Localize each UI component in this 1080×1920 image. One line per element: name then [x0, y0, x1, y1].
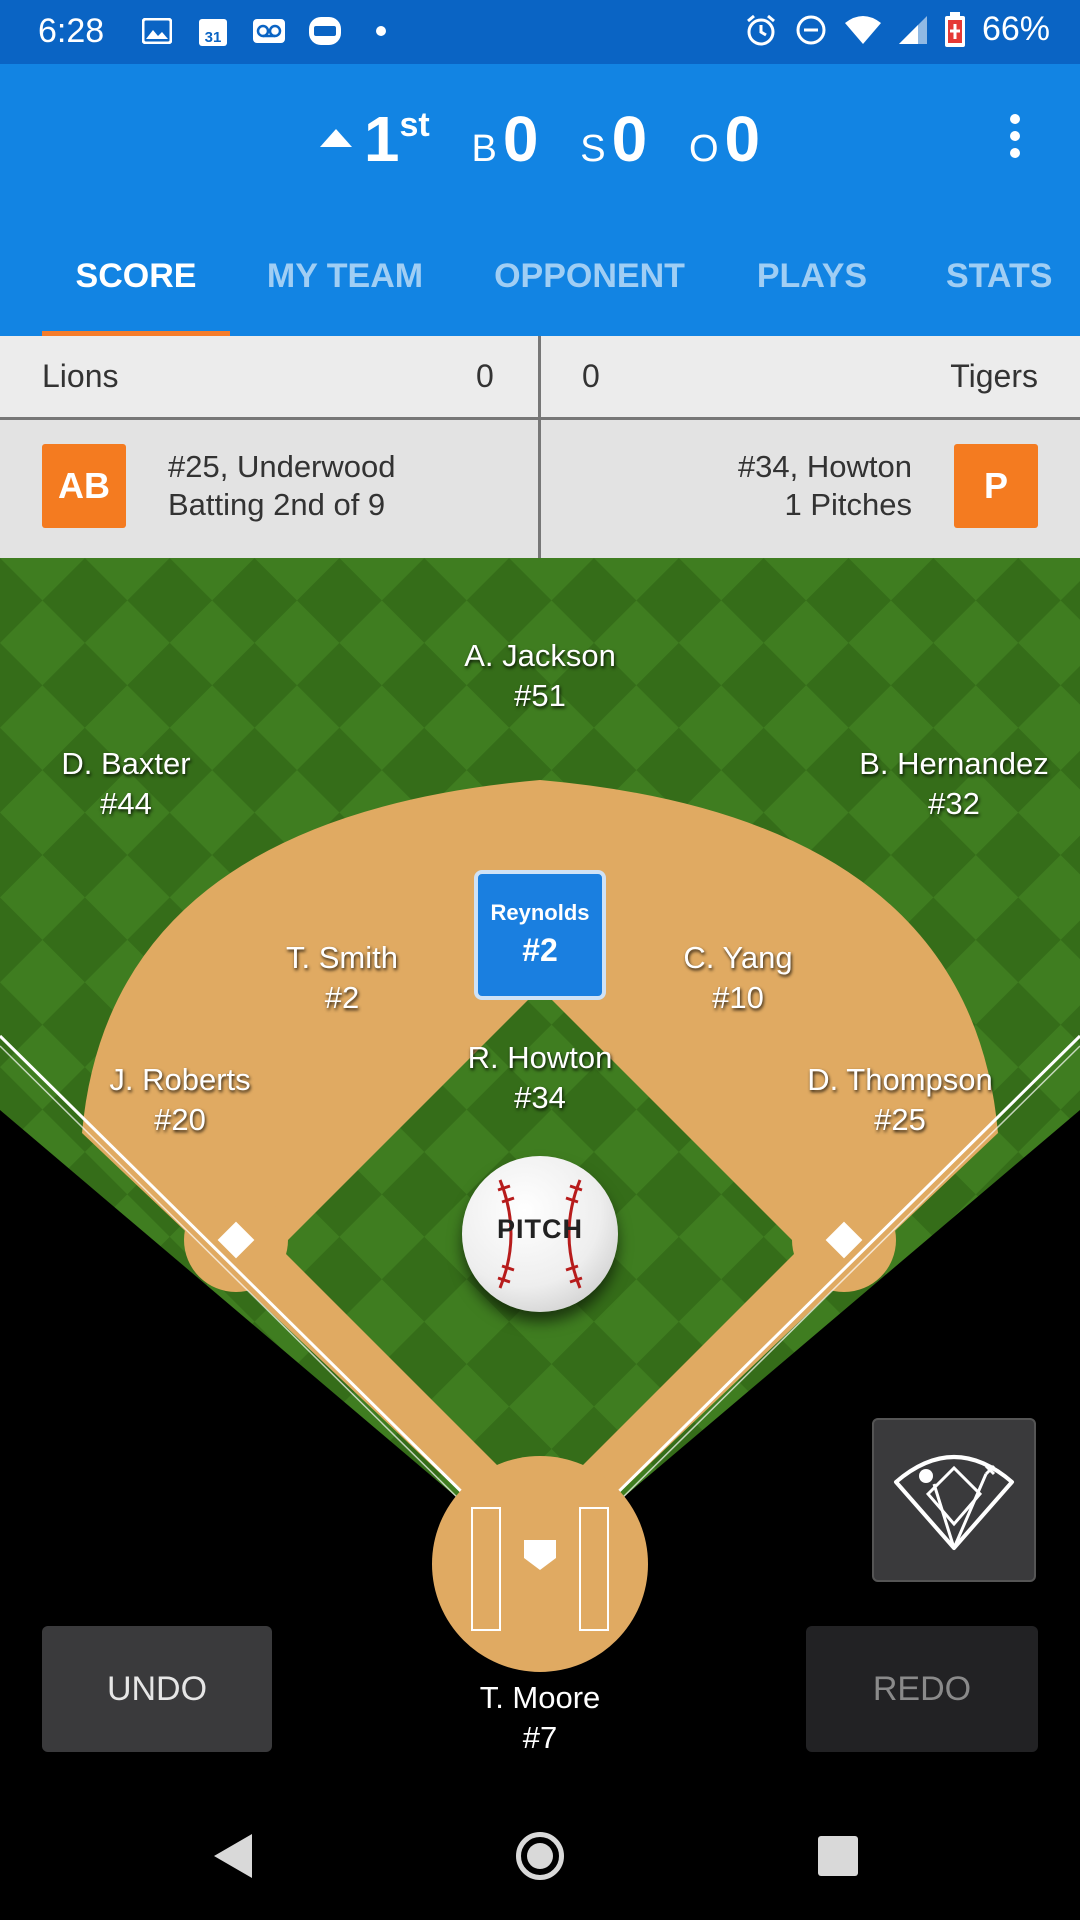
alarm-icon — [746, 14, 775, 45]
fielder-catcher[interactable]: T. Moore #7 — [390, 1678, 690, 1758]
balls-count: 0 — [502, 103, 539, 175]
battery-percent: 66% — [981, 10, 1050, 48]
baseball-field: A. Jackson #51 D. Baxter #44 B. Hernandez #… — [0, 558, 1080, 1790]
system-nav-bar — [0, 1790, 1080, 1920]
home-team-score: 0 — [476, 358, 494, 394]
runner-on-second[interactable]: Reynolds #2 — [474, 870, 606, 1000]
home-icon[interactable] — [516, 1832, 564, 1880]
batter-order: Batting 2nd of 9 — [168, 487, 386, 522]
outs-label: O — [688, 128, 719, 170]
fielder-shortstop[interactable]: T. Smith #2 — [192, 938, 492, 1018]
runner-number: #2 — [522, 932, 558, 968]
field-view-button[interactable] — [872, 1418, 1036, 1582]
tab-plays[interactable]: PLAYS — [748, 244, 876, 336]
pitcher-badge: P — [954, 444, 1038, 528]
game-state: 1st B0 S0 O0 — [0, 102, 1080, 176]
fielder-second-base[interactable]: C. Yang #10 — [588, 938, 888, 1018]
fielder-first-base[interactable]: D. Thompson #25 — [750, 1060, 1050, 1140]
svg-text:31: 31 — [205, 29, 222, 46]
fielder-right-field[interactable]: B. Hernandez #32 — [804, 744, 1080, 824]
pitcher-info[interactable]: #34, Howton 1 Pitches — [738, 448, 912, 524]
batter-info[interactable]: #25, Underwood Batting 2nd of 9 — [168, 448, 396, 524]
tab-stats[interactable]: STATS — [946, 244, 1080, 336]
balls-label: B — [471, 128, 497, 170]
inning-suffix: st — [399, 106, 430, 144]
back-icon[interactable] — [214, 1834, 252, 1878]
tab-score[interactable]: SCORE — [42, 244, 230, 336]
strip-divider — [538, 336, 541, 558]
top-inning-arrow-icon — [319, 129, 352, 148]
app-bar: 1st B0 S0 O0 SCORE MY TEAM OPPONENT PLAY… — [0, 64, 1080, 336]
at-bat-badge: AB — [42, 444, 126, 528]
dnd-icon — [796, 15, 826, 44]
field-diagram-icon — [894, 1455, 1014, 1550]
strikes-label: S — [580, 128, 606, 170]
away-team-name: Tigers — [950, 358, 1038, 394]
battery-icon — [944, 11, 965, 47]
inning-number: 1 — [363, 103, 400, 175]
status-bar: 6:28 31 66% — [0, 0, 1080, 64]
image-icon — [140, 14, 174, 48]
batter-name: #25, Underwood — [168, 449, 396, 484]
fielder-left-field[interactable]: D. Baxter #44 — [0, 744, 276, 824]
redo-button[interactable]: REDO — [806, 1626, 1038, 1752]
voicemail-icon — [252, 14, 286, 48]
home-team-name: Lions — [42, 358, 119, 394]
pitcher-name: #34, Howton — [737, 449, 912, 484]
tab-bar: SCORE MY TEAM OPPONENT PLAYS STATS — [0, 244, 1080, 336]
app-icon — [308, 14, 342, 48]
recent-apps-icon[interactable] — [818, 1836, 858, 1876]
fielder-center-field[interactable]: A. Jackson #51 — [390, 636, 690, 716]
tab-my-team[interactable]: MY TEAM — [255, 244, 435, 336]
calendar-icon: 31 — [196, 14, 230, 48]
more-options-icon[interactable] — [1010, 114, 1020, 158]
pitch-button[interactable]: PITCH — [462, 1156, 618, 1312]
undo-button[interactable]: UNDO — [42, 1626, 272, 1752]
status-time: 6:28 — [38, 12, 105, 50]
tab-opponent[interactable]: OPPONENT — [482, 244, 697, 336]
runner-name: Reynolds — [490, 900, 590, 925]
away-team-score: 0 — [582, 358, 600, 394]
fielder-third-base[interactable]: J. Roberts #20 — [30, 1060, 330, 1140]
fielder-pitcher[interactable]: R. Howton #34 — [390, 1038, 690, 1118]
dot-icon — [364, 14, 398, 48]
pitch-label: PITCH — [497, 1214, 583, 1244]
outs-count: 0 — [724, 103, 761, 175]
signal-icon — [898, 15, 927, 44]
wifi-icon — [844, 15, 881, 44]
pitch-count: 1 Pitches — [784, 487, 912, 522]
strikes-count: 0 — [611, 103, 648, 175]
